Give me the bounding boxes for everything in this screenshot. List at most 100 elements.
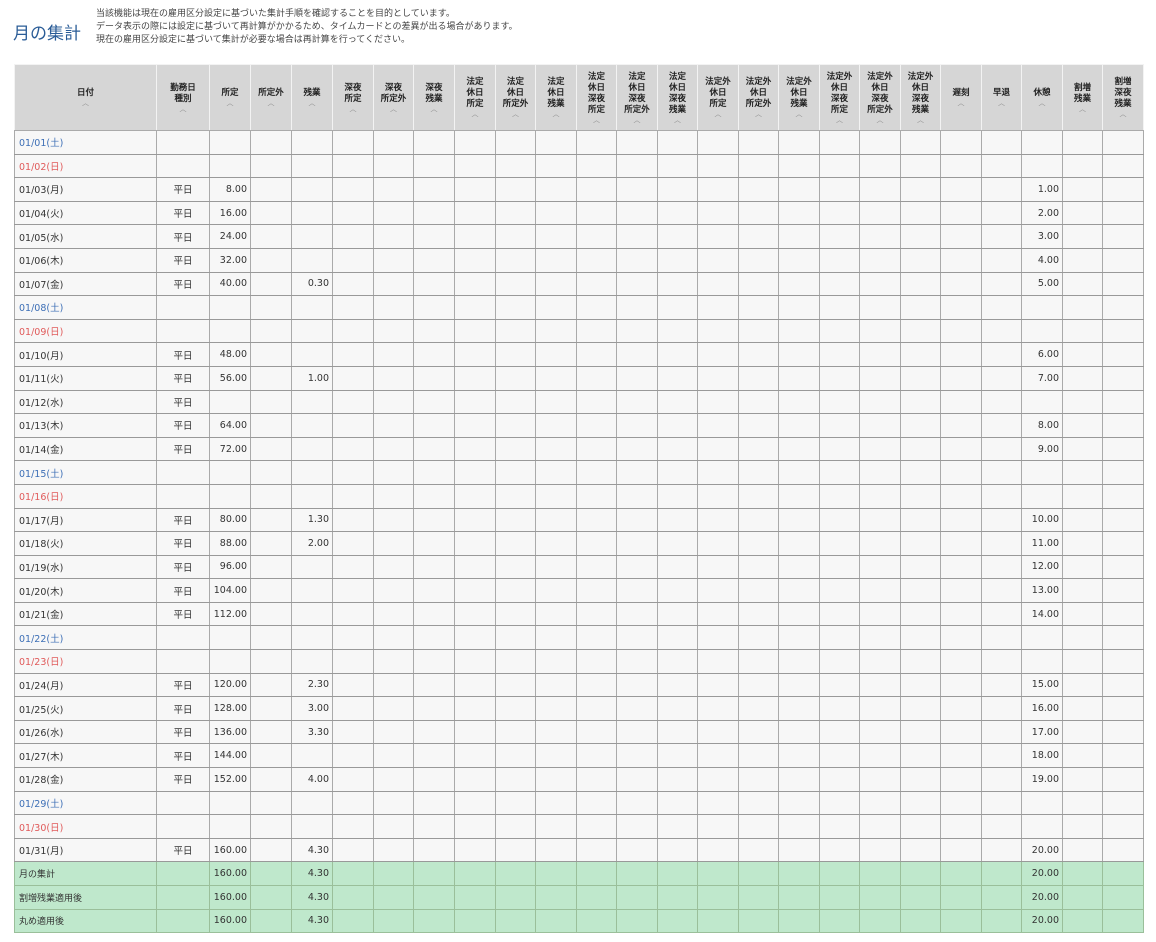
table-row: 01/23(日) [14,649,1144,674]
sort-icon[interactable]: ︿ [985,99,1018,107]
table-cell [1062,389,1103,415]
table-cell [981,531,1022,556]
table-cell [697,436,739,462]
table-cell [940,790,982,816]
overtime-cell [291,436,333,462]
overtime-cell [291,130,333,155]
column-header[interactable]: 深夜 所定 ︿ [332,64,374,131]
column-header[interactable]: 勤務日 種別 ︿ [156,64,210,131]
table-cell [373,743,414,769]
table-cell [859,153,901,179]
column-header[interactable]: 法定外 休日 残業 ︿ [778,64,820,131]
workday-type-cell [156,130,210,155]
column-header-label: 法定 [506,77,524,87]
date-cell: 01/23(日) [14,649,157,674]
workday-type-cell: 平日 [156,224,210,249]
sort-icon[interactable]: ︿ [417,105,451,113]
sort-icon[interactable]: ︿ [1106,110,1140,118]
sort-icon[interactable]: ︿ [18,99,153,107]
workday-type-cell: 平日 [156,767,210,792]
column-header[interactable]: 法定 休日 深夜 所定外 ︿ [616,64,658,131]
workday-type-cell: 平日 [156,507,210,533]
table-cell [778,200,820,226]
column-header[interactable]: 法定外 休日 所定 ︿ [697,64,739,131]
table-cell [616,908,658,934]
table-cell [1062,507,1103,533]
column-header[interactable]: 早退 ︿ [981,64,1022,131]
column-header-label: 残業 [1073,93,1091,104]
sort-icon[interactable]: ︿ [160,105,206,113]
column-header-label: 深夜 [344,82,362,93]
sort-icon[interactable]: ︿ [620,116,654,124]
overtime-cell [291,483,333,509]
sort-icon[interactable]: ︿ [863,116,897,124]
sort-icon[interactable]: ︿ [580,116,613,124]
sort-icon[interactable]: ︿ [1025,99,1059,107]
sort-icon[interactable]: ︿ [213,99,247,107]
column-header[interactable]: 残業 ︿ [291,64,333,131]
table-cell [250,554,292,580]
table-cell [819,224,860,249]
table-cell [616,814,658,839]
sort-icon[interactable]: ︿ [701,110,735,118]
sort-icon[interactable]: ︿ [944,99,978,107]
table-cell [778,247,820,273]
table-row: 01/15(土) [14,460,1144,485]
sort-icon[interactable]: ︿ [499,110,532,118]
table-cell [819,531,860,556]
column-header[interactable]: 深夜 所定外 ︿ [373,64,414,131]
sort-icon[interactable]: ︿ [377,105,410,113]
table-cell [576,177,617,202]
column-header[interactable]: 法定外 休日 深夜 所定 ︿ [819,64,860,131]
sort-icon[interactable]: ︿ [1066,105,1099,113]
column-header[interactable]: 法定 休日 深夜 所定 ︿ [576,64,617,131]
sort-icon[interactable]: ︿ [336,105,370,113]
table-cell [250,861,292,886]
column-header[interactable]: 所定 ︿ [209,64,251,131]
column-header[interactable]: 法定外 休日 深夜 残業 ︿ [900,64,941,131]
sort-icon[interactable]: ︿ [782,110,816,118]
table-cell [900,554,941,580]
table-cell [859,318,901,344]
sort-icon[interactable]: ︿ [904,116,937,124]
date-cell: 01/29(土) [14,790,157,816]
sort-icon[interactable]: ︿ [823,116,856,124]
sort-icon[interactable]: ︿ [295,99,329,107]
sort-icon[interactable]: ︿ [254,99,288,107]
column-header[interactable]: 遅刻 ︿ [940,64,982,131]
column-header[interactable]: 休憩 ︿ [1021,64,1063,131]
column-header-label: 遅刻 [952,88,970,98]
sort-icon[interactable]: ︿ [539,110,573,118]
table-cell [616,200,658,226]
table-cell [1062,177,1103,202]
column-header[interactable]: 法定 休日 所定外 ︿ [495,64,536,131]
column-header[interactable]: 法定 休日 所定 ︿ [454,64,496,131]
column-header-label: 休日 [911,82,929,93]
column-header[interactable]: 割増 深夜 残業 ︿ [1102,64,1144,131]
table-cell [413,342,455,367]
date-cell: 01/11(火) [14,365,157,391]
column-header[interactable]: 法定 休日 残業 ︿ [535,64,577,131]
overtime-cell [291,649,333,674]
overtime-cell [291,554,333,580]
table-cell [332,342,374,367]
column-header[interactable]: 法定外 休日 深夜 所定外 ︿ [859,64,901,131]
table-cell [697,318,739,344]
notice-line: データ表示の際には設定に基づいて再計算がかかるため、タイムカードとの差異が出る場… [96,22,518,32]
table-cell [495,507,536,533]
sort-icon[interactable]: ︿ [458,110,492,118]
column-header[interactable]: 深夜 残業 ︿ [413,64,455,131]
column-header[interactable]: 所定外 ︿ [250,64,292,131]
column-header[interactable]: 法定外 休日 所定外 ︿ [738,64,779,131]
table-cell [697,767,739,792]
table-cell [819,861,860,886]
table-cell [657,342,698,367]
table-cell [778,743,820,769]
table-row: 01/12(水) 平日 [14,389,1144,415]
sort-icon[interactable]: ︿ [742,110,775,118]
sort-icon[interactable]: ︿ [661,116,694,124]
column-header[interactable]: 日付 ︿ [14,64,157,131]
scheduled-hours-cell: 136.00 [209,719,251,745]
column-header[interactable]: 割増 残業 ︿ [1062,64,1103,131]
column-header[interactable]: 法定 休日 深夜 残業 ︿ [657,64,698,131]
